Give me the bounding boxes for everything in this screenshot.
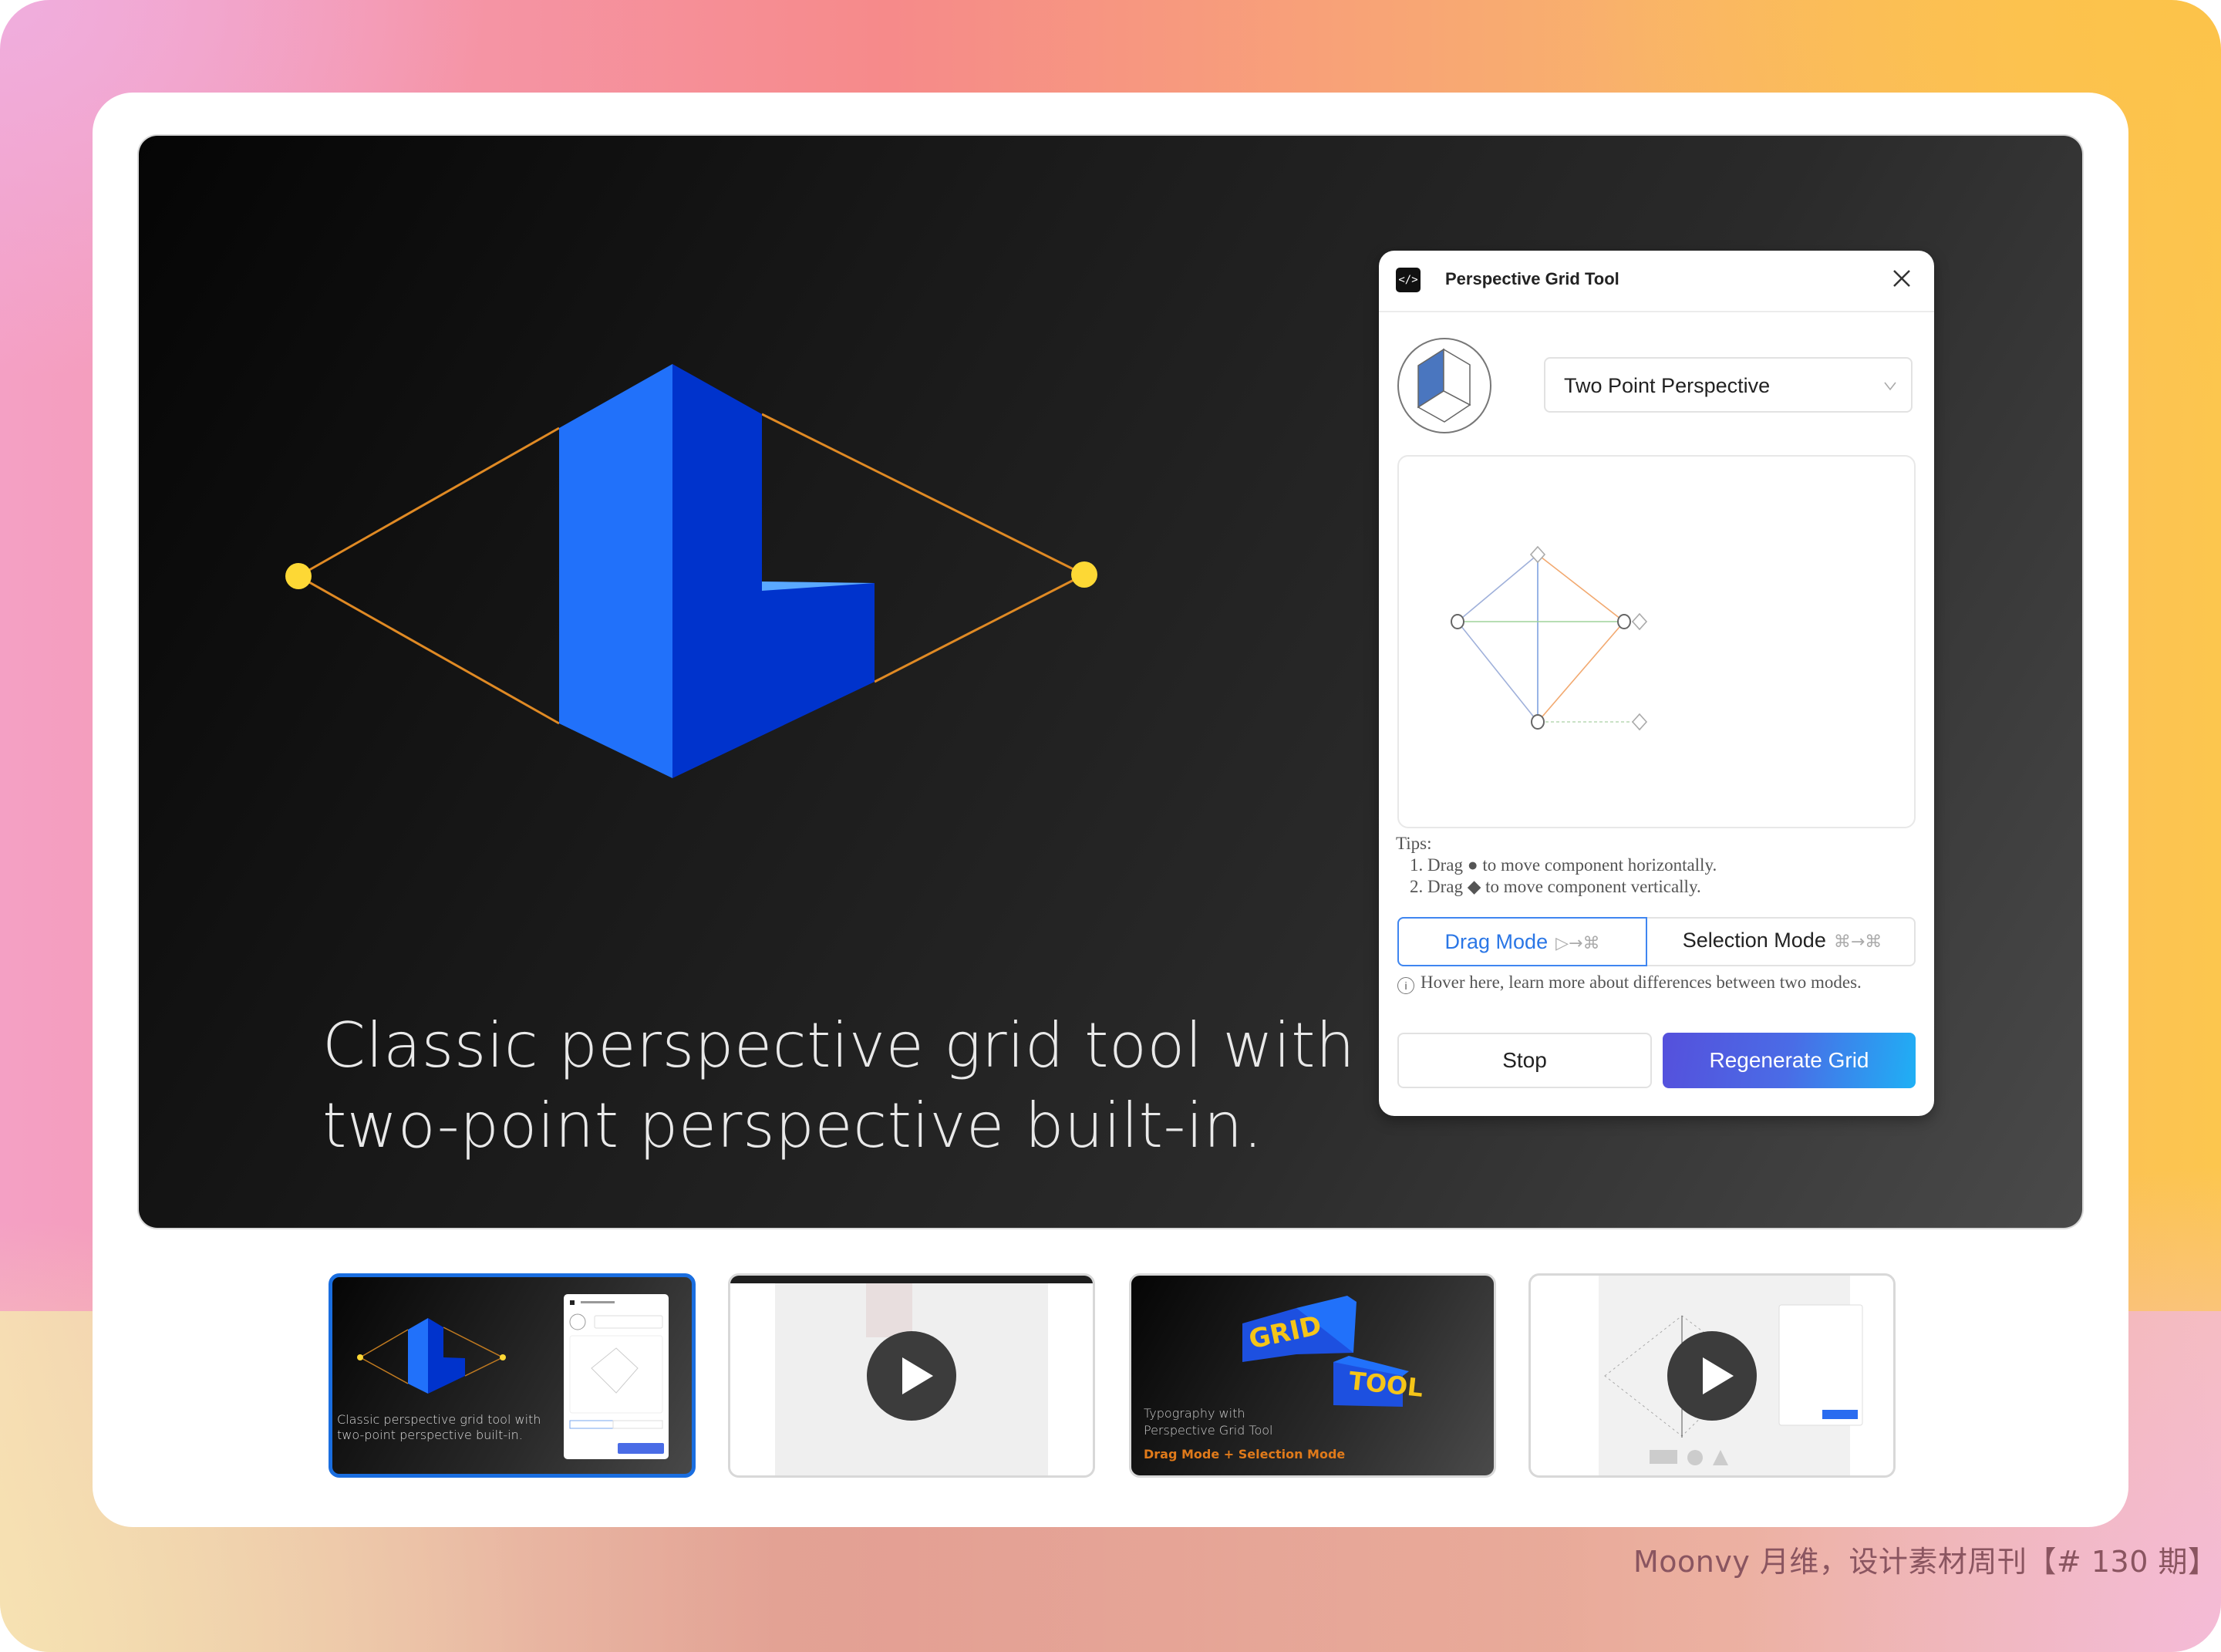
play-icon[interactable] — [867, 1330, 956, 1421]
perspective-type-value: Two Point Perspective — [1564, 374, 1771, 397]
close-icon[interactable] — [1888, 265, 1916, 292]
grid-line-left-top — [1457, 554, 1539, 622]
panel-header: </> Perspective Grid Tool — [1379, 251, 1934, 312]
thumbnail-1-caption: Classic perspective grid tool with two-p… — [337, 1412, 541, 1442]
selection-mode-button[interactable]: Selection Mode ⌘→⌘ — [1647, 917, 1917, 966]
thumbnail-3[interactable]: GRID TOOL Typography with Perspective Gr… — [1129, 1273, 1496, 1478]
panel-title: Perspective Grid Tool — [1445, 269, 1619, 288]
tip-item: 1. Drag ● to move component horizontally… — [1410, 855, 1717, 875]
mode-toggle: Drag Mode ▷→⌘ Selection Mode ⌘→⌘ — [1397, 917, 1916, 966]
thumbnail-3-illustration — [1242, 1296, 1409, 1407]
drag-mode-label: Drag Mode — [1444, 930, 1549, 953]
info-icon: i — [1397, 977, 1414, 994]
play-icon[interactable] — [1667, 1330, 1757, 1421]
vanishing-point-right — [1071, 561, 1097, 588]
thumbnail-1[interactable]: Classic perspective grid tool with two-p… — [329, 1273, 696, 1478]
grid-handle-bottom-diamond[interactable] — [1631, 713, 1648, 731]
vanishing-point-left — [285, 563, 312, 589]
tips-section: Tips: 1. Drag ● to move component horizo… — [1396, 833, 1717, 898]
guide-line-right-top — [761, 413, 1085, 576]
chevron-down-icon — [1884, 382, 1896, 391]
thumbnail-2-right-sidebar — [1048, 1283, 1093, 1475]
thumbnail-3-caption: Typography with Perspective Grid Tool — [1144, 1406, 1273, 1438]
guide-line-left-bottom — [298, 575, 560, 725]
drag-mode-button[interactable]: Drag Mode ▷→⌘ — [1397, 917, 1647, 966]
thumbnail-4-video[interactable] — [1528, 1273, 1896, 1478]
grid-handle-left-circle[interactable] — [1451, 614, 1464, 629]
thumbnail-2-video[interactable] — [728, 1273, 1095, 1478]
perspective-cube-icon — [1397, 338, 1491, 433]
block-left-face — [559, 364, 672, 778]
mode-help-link[interactable]: i Hover here, learn more about difference… — [1397, 973, 1862, 994]
grid-line-left-bottom — [1457, 621, 1539, 723]
hero-headline: Classic perspective grid tool with two-p… — [322, 1010, 1356, 1161]
thumbnail-2-menu — [866, 1283, 912, 1337]
tip-item: 2. Drag ◆ to move component vertically. — [1410, 877, 1701, 896]
cursor-to-nodes-icon: ▷→⌘ — [1555, 934, 1600, 953]
footer-credit: Moonvy 月维，设计素材周刊【# 130 期】 — [1633, 1545, 2218, 1579]
grid-handle-right-circle[interactable] — [1617, 614, 1631, 629]
guide-line-right-bottom — [874, 573, 1085, 683]
selection-mode-label: Selection Mode — [1682, 929, 1826, 952]
thumbnail-2-left-sidebar — [730, 1283, 775, 1475]
grid-line-bottom-right — [1537, 621, 1625, 723]
thumbnail-3-subcaption: Drag Mode + Selection Mode — [1144, 1447, 1346, 1462]
perspective-grid-panel: </> Perspective Grid Tool Two Point Pers… — [1379, 251, 1934, 1116]
stop-button[interactable]: Stop — [1397, 1033, 1652, 1088]
thumbnail-1-illustration — [357, 1294, 669, 1459]
perspective-type-select[interactable]: Two Point Perspective — [1544, 357, 1913, 413]
grid-line-top-right — [1537, 554, 1625, 622]
block-right-face — [672, 364, 875, 778]
selection-to-nodes-icon: ⌘→⌘ — [1833, 932, 1882, 952]
mode-help-text: Hover here, learn more about differences… — [1421, 973, 1862, 992]
regenerate-grid-button[interactable]: Regenerate Grid — [1663, 1033, 1916, 1088]
grid-preview-diagram — [1451, 545, 1648, 731]
tips-heading: Tips: — [1396, 834, 1432, 853]
thumbnail-2-topbar — [730, 1276, 1093, 1283]
grid-handle-bottom-circle[interactable] — [1531, 714, 1545, 730]
code-icon: </> — [1396, 268, 1421, 292]
grid-handle-right-diamond[interactable] — [1631, 612, 1648, 631]
grid-preview-canvas[interactable] — [1397, 455, 1916, 828]
guide-line-left-top — [298, 426, 560, 578]
grid-handle-top-diamond[interactable] — [1529, 545, 1546, 564]
